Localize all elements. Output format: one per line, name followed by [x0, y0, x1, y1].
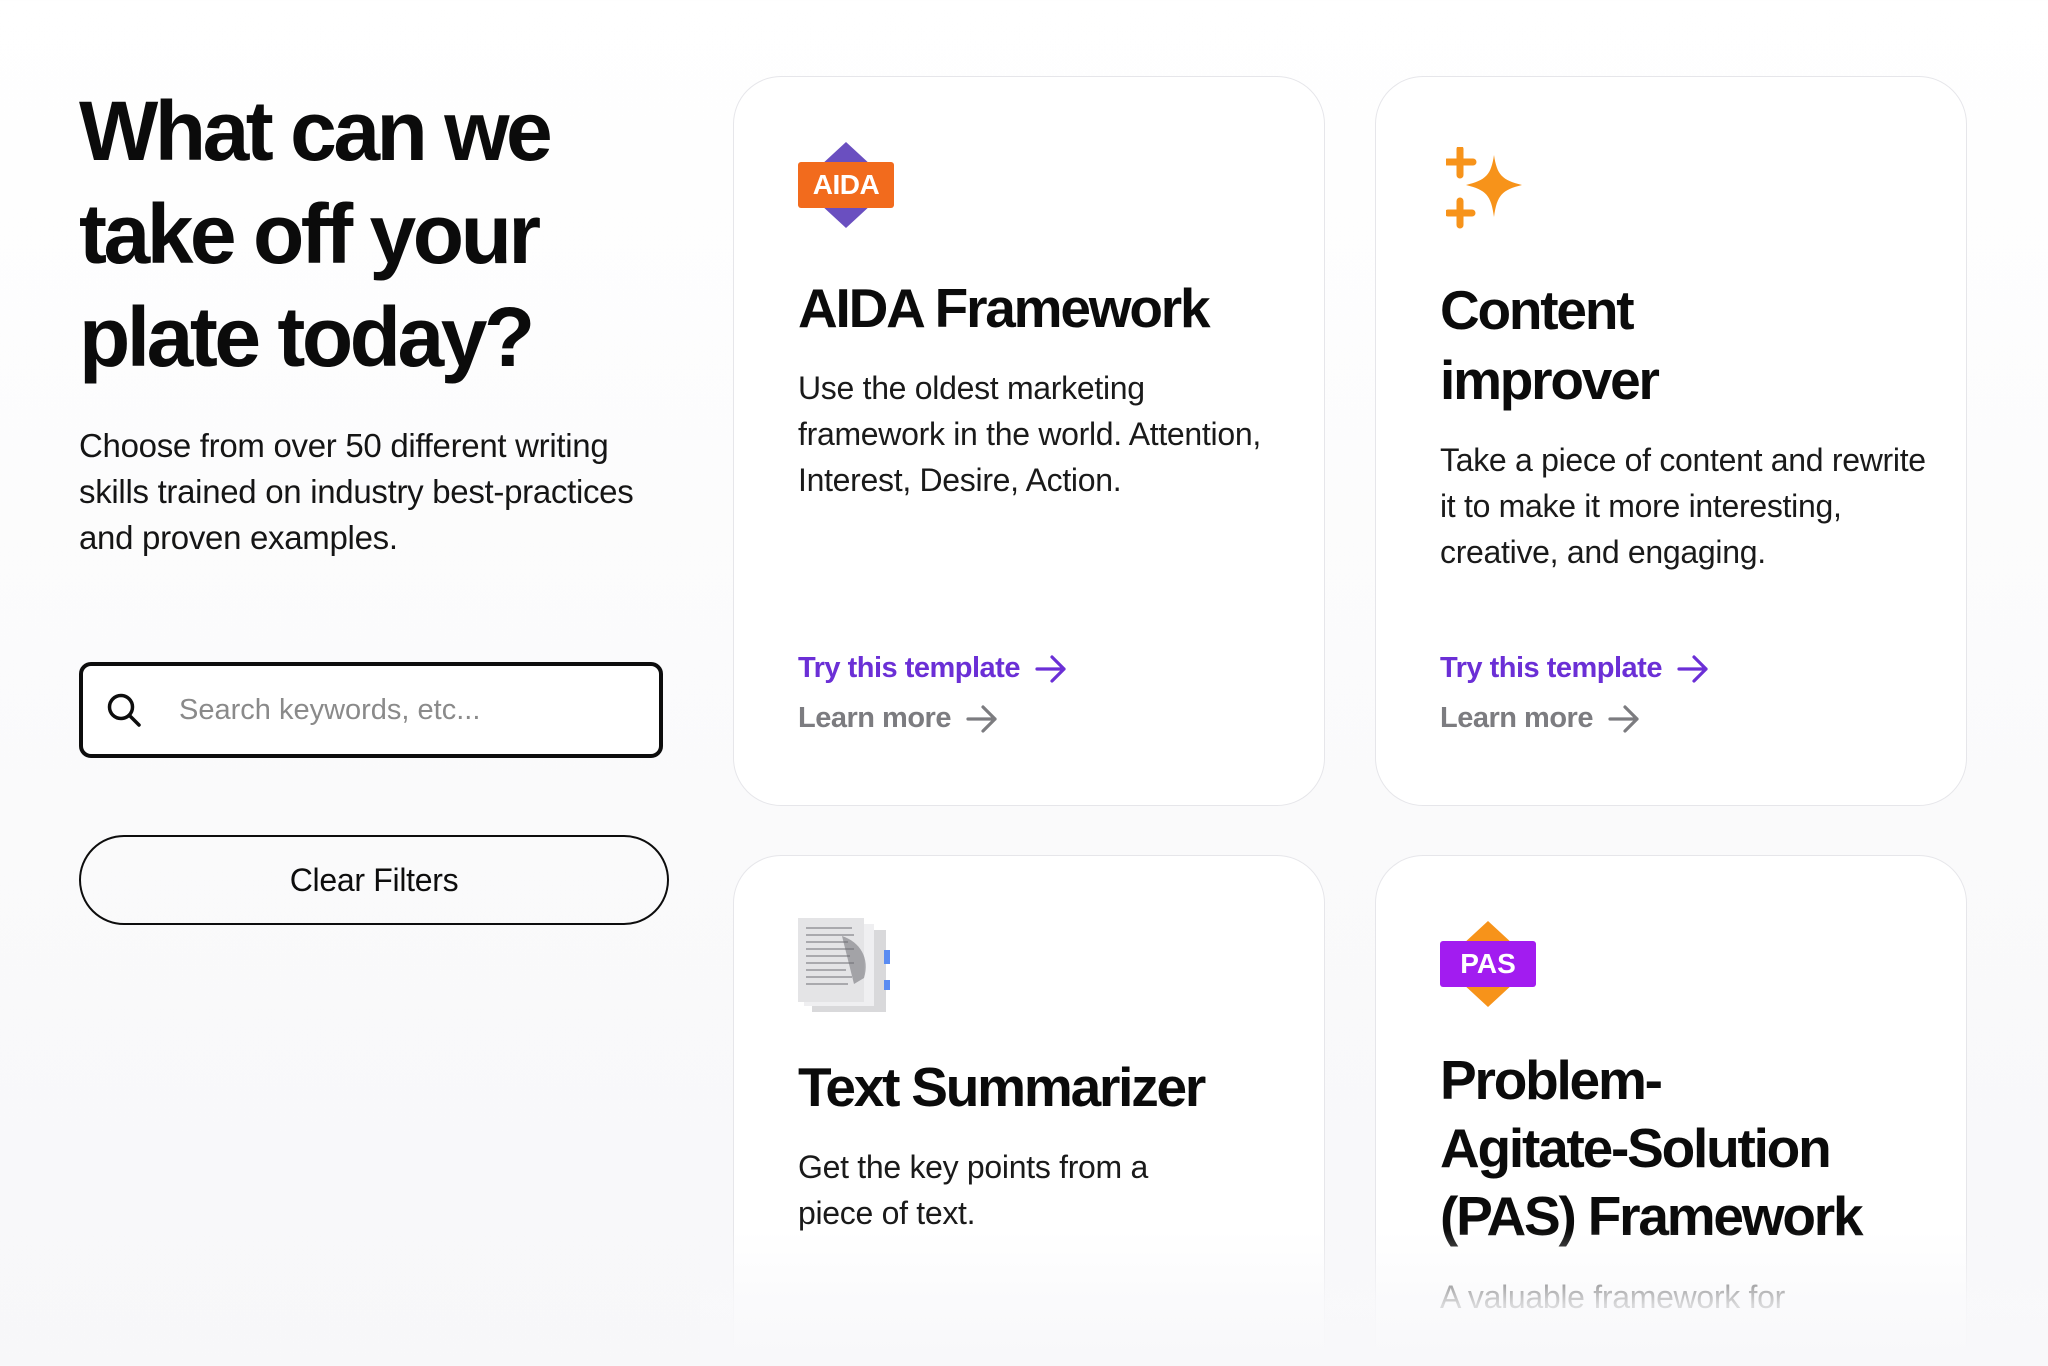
- arrow-right-icon: [1607, 704, 1641, 734]
- card-description: Get the key points from a piece of text.: [798, 1149, 1149, 1231]
- card-title-line-1: Content: [1440, 279, 1635, 341]
- template-card-content-improver[interactable]: Content improver Take a piece of content…: [1375, 76, 1967, 806]
- sparkles-icon: [1443, 145, 1528, 229]
- card-title: Problem- Agitate-Solution (PAS) Framewor…: [1440, 1046, 1926, 1250]
- template-card-aida[interactable]: AIDA AIDA Framework Use the oldest marke…: [733, 76, 1325, 806]
- card-description: Take a piece of content and rewrite it t…: [1440, 442, 1926, 570]
- template-card-pas-framework[interactable]: PAS Problem- Agitate-Solution (PAS) Fram…: [1375, 855, 1967, 1366]
- card-title: Content improver: [1440, 275, 1926, 415]
- card-title-line-2: improver: [1440, 349, 1660, 411]
- arrow-right-icon: [1676, 654, 1710, 684]
- pas-badge-label: PAS: [1460, 948, 1516, 979]
- card-title-line-1: Problem-: [1440, 1049, 1663, 1111]
- aida-badge-label: AIDA: [812, 169, 880, 200]
- try-template-label: Try this template: [1440, 652, 1662, 684]
- hero-section: What can we take off your plate today? C…: [79, 80, 679, 561]
- learn-more-link[interactable]: Learn more: [1440, 702, 1641, 735]
- clear-filters-button[interactable]: Clear Filters: [79, 835, 669, 925]
- learn-more-link[interactable]: Learn more: [798, 702, 999, 735]
- arrow-right-icon: [1034, 654, 1068, 684]
- document-icon: [798, 918, 894, 1014]
- try-template-link[interactable]: Try this template: [1440, 652, 1710, 685]
- try-template-label: Try this template: [798, 652, 1020, 684]
- card-description: A valuable framework for: [1440, 1279, 1785, 1315]
- search-box[interactable]: [79, 662, 663, 758]
- card-title-line-3: (PAS) Framework: [1440, 1185, 1864, 1247]
- card-description: Use the oldest marketing framework in th…: [798, 370, 1261, 498]
- card-title-line-2: Agitate-Solution: [1440, 1117, 1832, 1179]
- page-title: What can we take off your plate today?: [79, 80, 639, 389]
- learn-more-label: Learn more: [1440, 702, 1593, 734]
- search-input[interactable]: [177, 692, 621, 728]
- page-title-line-2: take off your: [79, 187, 541, 281]
- hero-subtext: Choose from over 50 different writing sk…: [79, 427, 634, 556]
- search-icon: [103, 689, 145, 731]
- learn-more-label: Learn more: [798, 702, 951, 734]
- pas-badge-icon: PAS: [1440, 921, 1536, 1007]
- page-title-line-1: What can we: [79, 84, 553, 178]
- try-template-link[interactable]: Try this template: [798, 652, 1068, 685]
- template-card-text-summarizer[interactable]: Text Summarizer Get the key points from …: [733, 855, 1325, 1366]
- aida-badge-icon: AIDA: [798, 142, 894, 228]
- card-title: Text Summarizer: [798, 1056, 1206, 1118]
- arrow-right-icon: [965, 704, 999, 734]
- card-title: AIDA Framework: [798, 277, 1211, 339]
- page-title-line-3: plate today?: [79, 290, 535, 384]
